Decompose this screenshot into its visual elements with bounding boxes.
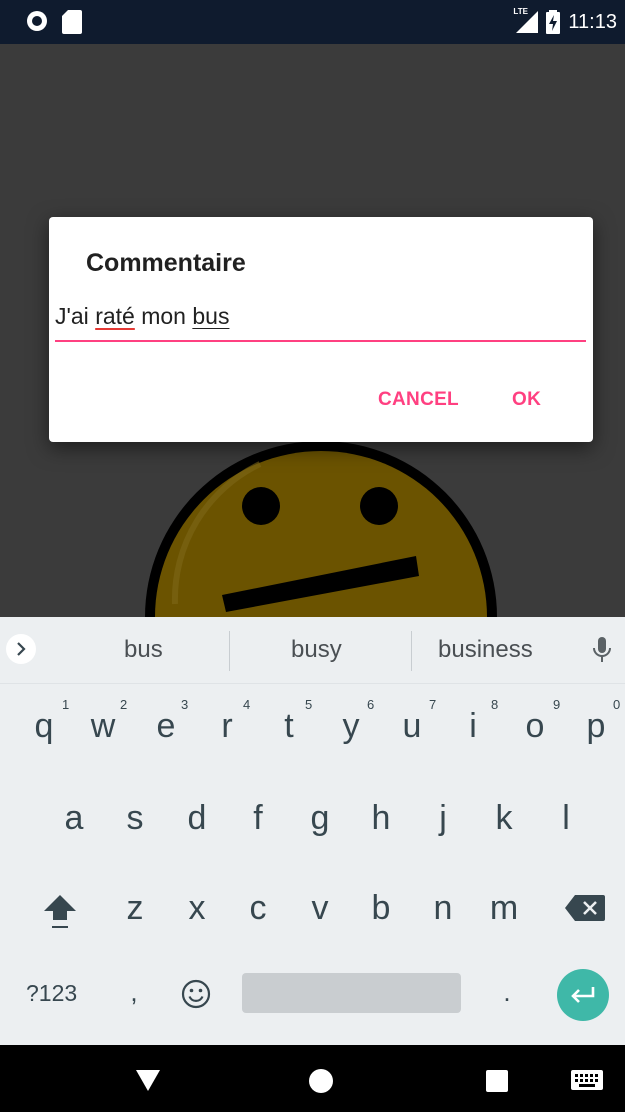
status-time: 11:13 bbox=[568, 10, 617, 33]
chevron-right-icon bbox=[17, 642, 26, 656]
input-word: J'ai bbox=[55, 303, 89, 329]
key-t[interactable]: t bbox=[259, 707, 319, 746]
circle-notification-icon bbox=[27, 11, 47, 31]
comma-key[interactable]: , bbox=[104, 977, 164, 1008]
status-bar: LTE 11:13 bbox=[0, 0, 625, 44]
keyboard-switch-icon[interactable] bbox=[571, 1070, 603, 1090]
battery-charging-icon bbox=[546, 10, 561, 34]
key-b[interactable]: b bbox=[351, 889, 411, 928]
key-z[interactable]: z bbox=[105, 889, 165, 928]
navigation-bar bbox=[0, 1045, 625, 1112]
key-v[interactable]: v bbox=[290, 889, 350, 928]
symbols-key[interactable]: ?123 bbox=[26, 980, 77, 1007]
ok-button[interactable]: OK bbox=[512, 389, 541, 411]
key-f[interactable]: f bbox=[228, 799, 288, 838]
sd-card-icon bbox=[62, 10, 82, 34]
key-i[interactable]: i bbox=[443, 707, 503, 746]
backspace-icon[interactable] bbox=[565, 895, 605, 921]
input-word-misspelled: raté bbox=[95, 303, 135, 329]
comment-dialog: Commentaire J'ai raté mon bus CANCEL OK bbox=[49, 217, 593, 442]
key-p[interactable]: p bbox=[566, 707, 625, 746]
key-j[interactable]: j bbox=[413, 799, 473, 838]
key-e[interactable]: e bbox=[136, 707, 196, 746]
key-k[interactable]: k bbox=[474, 799, 534, 838]
enter-icon bbox=[571, 987, 595, 1003]
key-s[interactable]: s bbox=[105, 799, 165, 838]
network-type-label: LTE bbox=[513, 7, 528, 16]
input-underline bbox=[55, 340, 586, 342]
key-y[interactable]: y bbox=[321, 707, 381, 746]
suggestion-item[interactable]: bus bbox=[124, 636, 163, 664]
suggestion-strip: bus busy business bbox=[0, 617, 625, 684]
microphone-icon[interactable] bbox=[590, 635, 614, 665]
key-h[interactable]: h bbox=[351, 799, 411, 838]
key-n[interactable]: n bbox=[413, 889, 473, 928]
recents-icon[interactable] bbox=[485, 1069, 509, 1093]
key-o[interactable]: o bbox=[505, 707, 565, 746]
expand-suggestions-button[interactable] bbox=[6, 634, 36, 664]
cancel-button[interactable]: CANCEL bbox=[378, 389, 459, 411]
emoji-icon[interactable] bbox=[180, 978, 212, 1010]
dialog-title: Commentaire bbox=[86, 249, 246, 277]
soft-keyboard: bus busy business 1 2 3 4 5 6 7 8 9 0 q … bbox=[0, 617, 625, 1045]
suggestion-divider bbox=[229, 631, 230, 671]
input-word: mon bbox=[141, 303, 186, 329]
key-c[interactable]: c bbox=[228, 889, 288, 928]
key-r[interactable]: r bbox=[197, 707, 257, 746]
enter-key[interactable] bbox=[557, 969, 609, 1021]
key-u[interactable]: u bbox=[382, 707, 442, 746]
suggestion-item[interactable]: business bbox=[438, 636, 533, 664]
period-key[interactable]: . bbox=[477, 977, 537, 1008]
suggestion-item[interactable]: busy bbox=[291, 636, 342, 664]
key-l[interactable]: l bbox=[536, 799, 596, 838]
key-w[interactable]: w bbox=[73, 707, 133, 746]
key-x[interactable]: x bbox=[167, 889, 227, 928]
key-g[interactable]: g bbox=[290, 799, 350, 838]
key-d[interactable]: d bbox=[167, 799, 227, 838]
back-icon[interactable] bbox=[135, 1068, 161, 1092]
space-bar[interactable] bbox=[242, 973, 461, 1013]
key-q[interactable]: q bbox=[14, 707, 74, 746]
signal-icon: LTE bbox=[512, 7, 539, 35]
suggestion-divider bbox=[411, 631, 412, 671]
comment-input[interactable]: J'ai raté mon bus bbox=[55, 303, 586, 339]
input-word-composing: bus bbox=[192, 303, 230, 329]
home-icon[interactable] bbox=[308, 1068, 334, 1094]
key-m[interactable]: m bbox=[474, 889, 534, 928]
shift-icon[interactable] bbox=[42, 892, 78, 932]
key-a[interactable]: a bbox=[44, 799, 104, 838]
